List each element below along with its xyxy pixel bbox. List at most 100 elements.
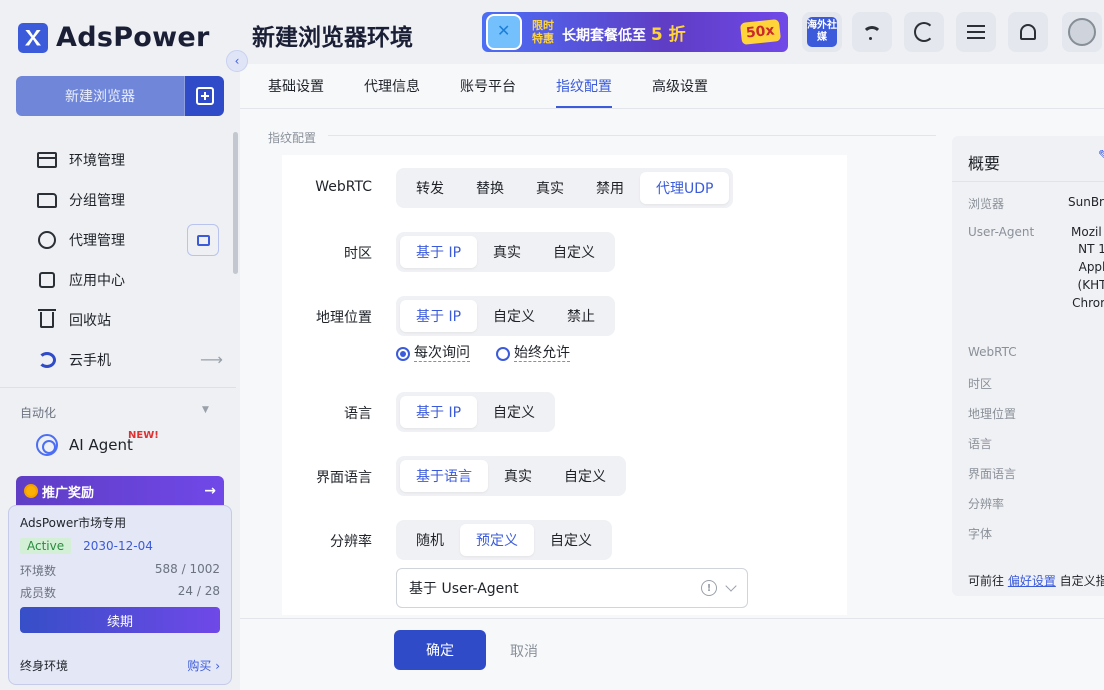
lifetime-row: 终身环境 购买 › bbox=[20, 657, 220, 674]
radio-checked-icon bbox=[396, 346, 410, 361]
network-button[interactable] bbox=[852, 12, 892, 52]
language-option-ip[interactable]: 基于 IP bbox=[400, 396, 478, 428]
footer-prefix: 可前往 bbox=[968, 574, 1008, 588]
timezone-option-ip[interactable]: 基于 IP bbox=[400, 236, 478, 268]
trash-icon bbox=[36, 309, 58, 331]
sidebar-item-trash[interactable]: 回收站 bbox=[36, 300, 226, 340]
expiry-date: 2030-12-04 bbox=[83, 539, 153, 553]
task-list-button[interactable] bbox=[956, 12, 996, 52]
info-icon[interactable]: ! bbox=[701, 580, 717, 596]
tab-account-platform[interactable]: 账号平台 bbox=[460, 64, 516, 108]
app-logo[interactable]: AdsPower bbox=[18, 22, 210, 53]
plan-card: AdsPower市场专用 Active 2030-12-04 环境数 588 /… bbox=[8, 505, 232, 685]
sidebar-item-groups[interactable]: 分组管理 bbox=[36, 180, 226, 220]
section-divider bbox=[328, 135, 936, 136]
tab-proxy[interactable]: 代理信息 bbox=[364, 64, 420, 108]
user-menu-button[interactable] bbox=[1062, 12, 1102, 52]
geo-option-ip[interactable]: 基于 IP bbox=[400, 300, 478, 332]
timezone-label: 时区 bbox=[344, 246, 372, 262]
promo-banner[interactable]: 限时特惠 长期套餐低至 5 折 50x bbox=[482, 12, 788, 52]
webrtc-option-disable[interactable]: 禁用 bbox=[580, 172, 640, 204]
promo-reward-bar[interactable]: 推广奖励 → bbox=[16, 476, 224, 506]
radio-ask-every-time[interactable]: 每次询问 bbox=[396, 345, 470, 362]
ui-language-label: 界面语言 bbox=[316, 470, 372, 486]
resolution-select[interactable]: 基于 User-Agent ! bbox=[396, 568, 748, 608]
sidebar-item-apps[interactable]: 应用中心 bbox=[36, 260, 226, 300]
env-count-value: 588 / 1002 bbox=[154, 562, 220, 576]
resolution-option-predefined[interactable]: 预定义 bbox=[460, 524, 534, 556]
sidebar-item-env[interactable]: 环境管理 bbox=[36, 140, 226, 180]
overview-value-browser: SunBro bbox=[1068, 195, 1104, 209]
sidebar-item-ai-agent[interactable]: AI Agent NEW! bbox=[36, 428, 159, 462]
notifications-button[interactable] bbox=[1008, 12, 1048, 52]
sidebar-item-cloud-phone[interactable]: 云手机 ⟶ bbox=[36, 340, 226, 380]
folder-icon bbox=[36, 189, 58, 211]
fingerprint-form: WebRTC 转发 替换 真实 禁用 代理UDP 时区 基于 IP 真实 自定义… bbox=[282, 155, 847, 615]
overseas-social-button[interactable]: 海外社媒 bbox=[802, 12, 842, 52]
webrtc-option-forward[interactable]: 转发 bbox=[400, 172, 460, 204]
language-segmented: 基于 IP 自定义 bbox=[396, 392, 556, 432]
tab-advanced[interactable]: 高级设置 bbox=[652, 64, 708, 108]
batch-add-button[interactable] bbox=[184, 76, 224, 116]
geo-option-block[interactable]: 禁止 bbox=[551, 300, 611, 332]
resolution-segmented: 随机 预定义 自定义 bbox=[396, 520, 612, 560]
sidebar-item-label: 回收站 bbox=[69, 313, 111, 329]
overview-label-ui-language: 界面语言 bbox=[968, 467, 1017, 481]
sidebar-scrollbar[interactable] bbox=[233, 132, 238, 274]
preferences-link[interactable]: 偏好设置 bbox=[1008, 574, 1056, 588]
sync-button[interactable] bbox=[904, 12, 944, 52]
collapse-sidebar-button[interactable]: ‹ bbox=[226, 50, 248, 72]
tab-basic[interactable]: 基础设置 bbox=[268, 64, 324, 108]
ua-line: Chrom bbox=[1072, 296, 1104, 310]
overview-value-ua: Mozil bbox=[1071, 225, 1102, 239]
sidebar-item-label: 云手机 bbox=[69, 353, 111, 369]
ui-language-segmented: 基于语言 真实 自定义 bbox=[396, 456, 626, 496]
overview-title: 概要 bbox=[968, 154, 1001, 173]
ai-agent-label: AI Agent bbox=[69, 436, 133, 454]
timezone-option-custom[interactable]: 自定义 bbox=[537, 236, 611, 268]
webrtc-label: WebRTC bbox=[315, 179, 372, 195]
geo-segmented: 基于 IP 自定义 禁止 bbox=[396, 296, 616, 336]
proxy-shop-button[interactable] bbox=[187, 224, 219, 256]
sidebar-item-label: 分组管理 bbox=[69, 193, 125, 209]
confirm-button[interactable]: 确定 bbox=[394, 630, 486, 670]
ui-language-option-real[interactable]: 真实 bbox=[488, 460, 548, 492]
timezone-option-real[interactable]: 真实 bbox=[477, 236, 537, 268]
resolution-option-random[interactable]: 随机 bbox=[400, 524, 460, 556]
tab-fingerprint[interactable]: 指纹配置 bbox=[556, 64, 612, 108]
chevron-left-icon: ‹ bbox=[234, 54, 240, 68]
sidebar-item-proxy[interactable]: 代理管理 bbox=[36, 220, 226, 260]
env-count-label: 环境数 bbox=[20, 564, 57, 578]
new-browser-group: 新建浏览器 bbox=[16, 76, 224, 116]
overview-footer: 可前往 偏好设置 自定义指 bbox=[968, 572, 1104, 589]
cancel-button[interactable]: 取消 bbox=[510, 641, 538, 661]
resolution-option-custom[interactable]: 自定义 bbox=[534, 524, 608, 556]
resolution-select-value: 基于 User-Agent bbox=[409, 581, 519, 597]
buy-link[interactable]: 购买 › bbox=[187, 657, 220, 674]
banner-tag: 限时特惠 bbox=[532, 19, 554, 45]
overview-label-resolution: 分辨率 bbox=[968, 497, 1005, 511]
sidebar-divider bbox=[0, 387, 236, 388]
overview-label-geo: 地理位置 bbox=[968, 407, 1017, 421]
ua-line: (KHT bbox=[1077, 278, 1104, 292]
action-bar bbox=[240, 618, 1104, 690]
renew-button[interactable]: 续期 bbox=[20, 607, 220, 633]
member-count-row: 成员数 24 / 28 bbox=[20, 584, 220, 601]
webrtc-option-replace[interactable]: 替换 bbox=[460, 172, 520, 204]
section-title: 指纹配置 bbox=[268, 131, 317, 145]
ui-language-option-language[interactable]: 基于语言 bbox=[400, 460, 488, 492]
overview-label-webrtc: WebRTC bbox=[968, 345, 1017, 359]
webrtc-option-real[interactable]: 真实 bbox=[520, 172, 580, 204]
ui-language-option-custom[interactable]: 自定义 bbox=[548, 460, 622, 492]
globe-icon bbox=[36, 229, 58, 251]
new-browser-button[interactable]: 新建浏览器 bbox=[16, 76, 184, 116]
radio-always-allow[interactable]: 始终允许 bbox=[496, 345, 570, 362]
banner-highlight: 5 折 bbox=[650, 24, 686, 45]
puzzle-icon bbox=[36, 269, 58, 291]
geo-option-custom[interactable]: 自定义 bbox=[477, 300, 551, 332]
language-option-custom[interactable]: 自定义 bbox=[477, 396, 551, 428]
edit-icon[interactable]: ✎ bbox=[1098, 148, 1104, 164]
chevron-down-icon[interactable]: ▼ bbox=[202, 405, 209, 415]
wifi-icon bbox=[862, 26, 882, 46]
webrtc-option-proxy-udp[interactable]: 代理UDP bbox=[640, 172, 730, 204]
